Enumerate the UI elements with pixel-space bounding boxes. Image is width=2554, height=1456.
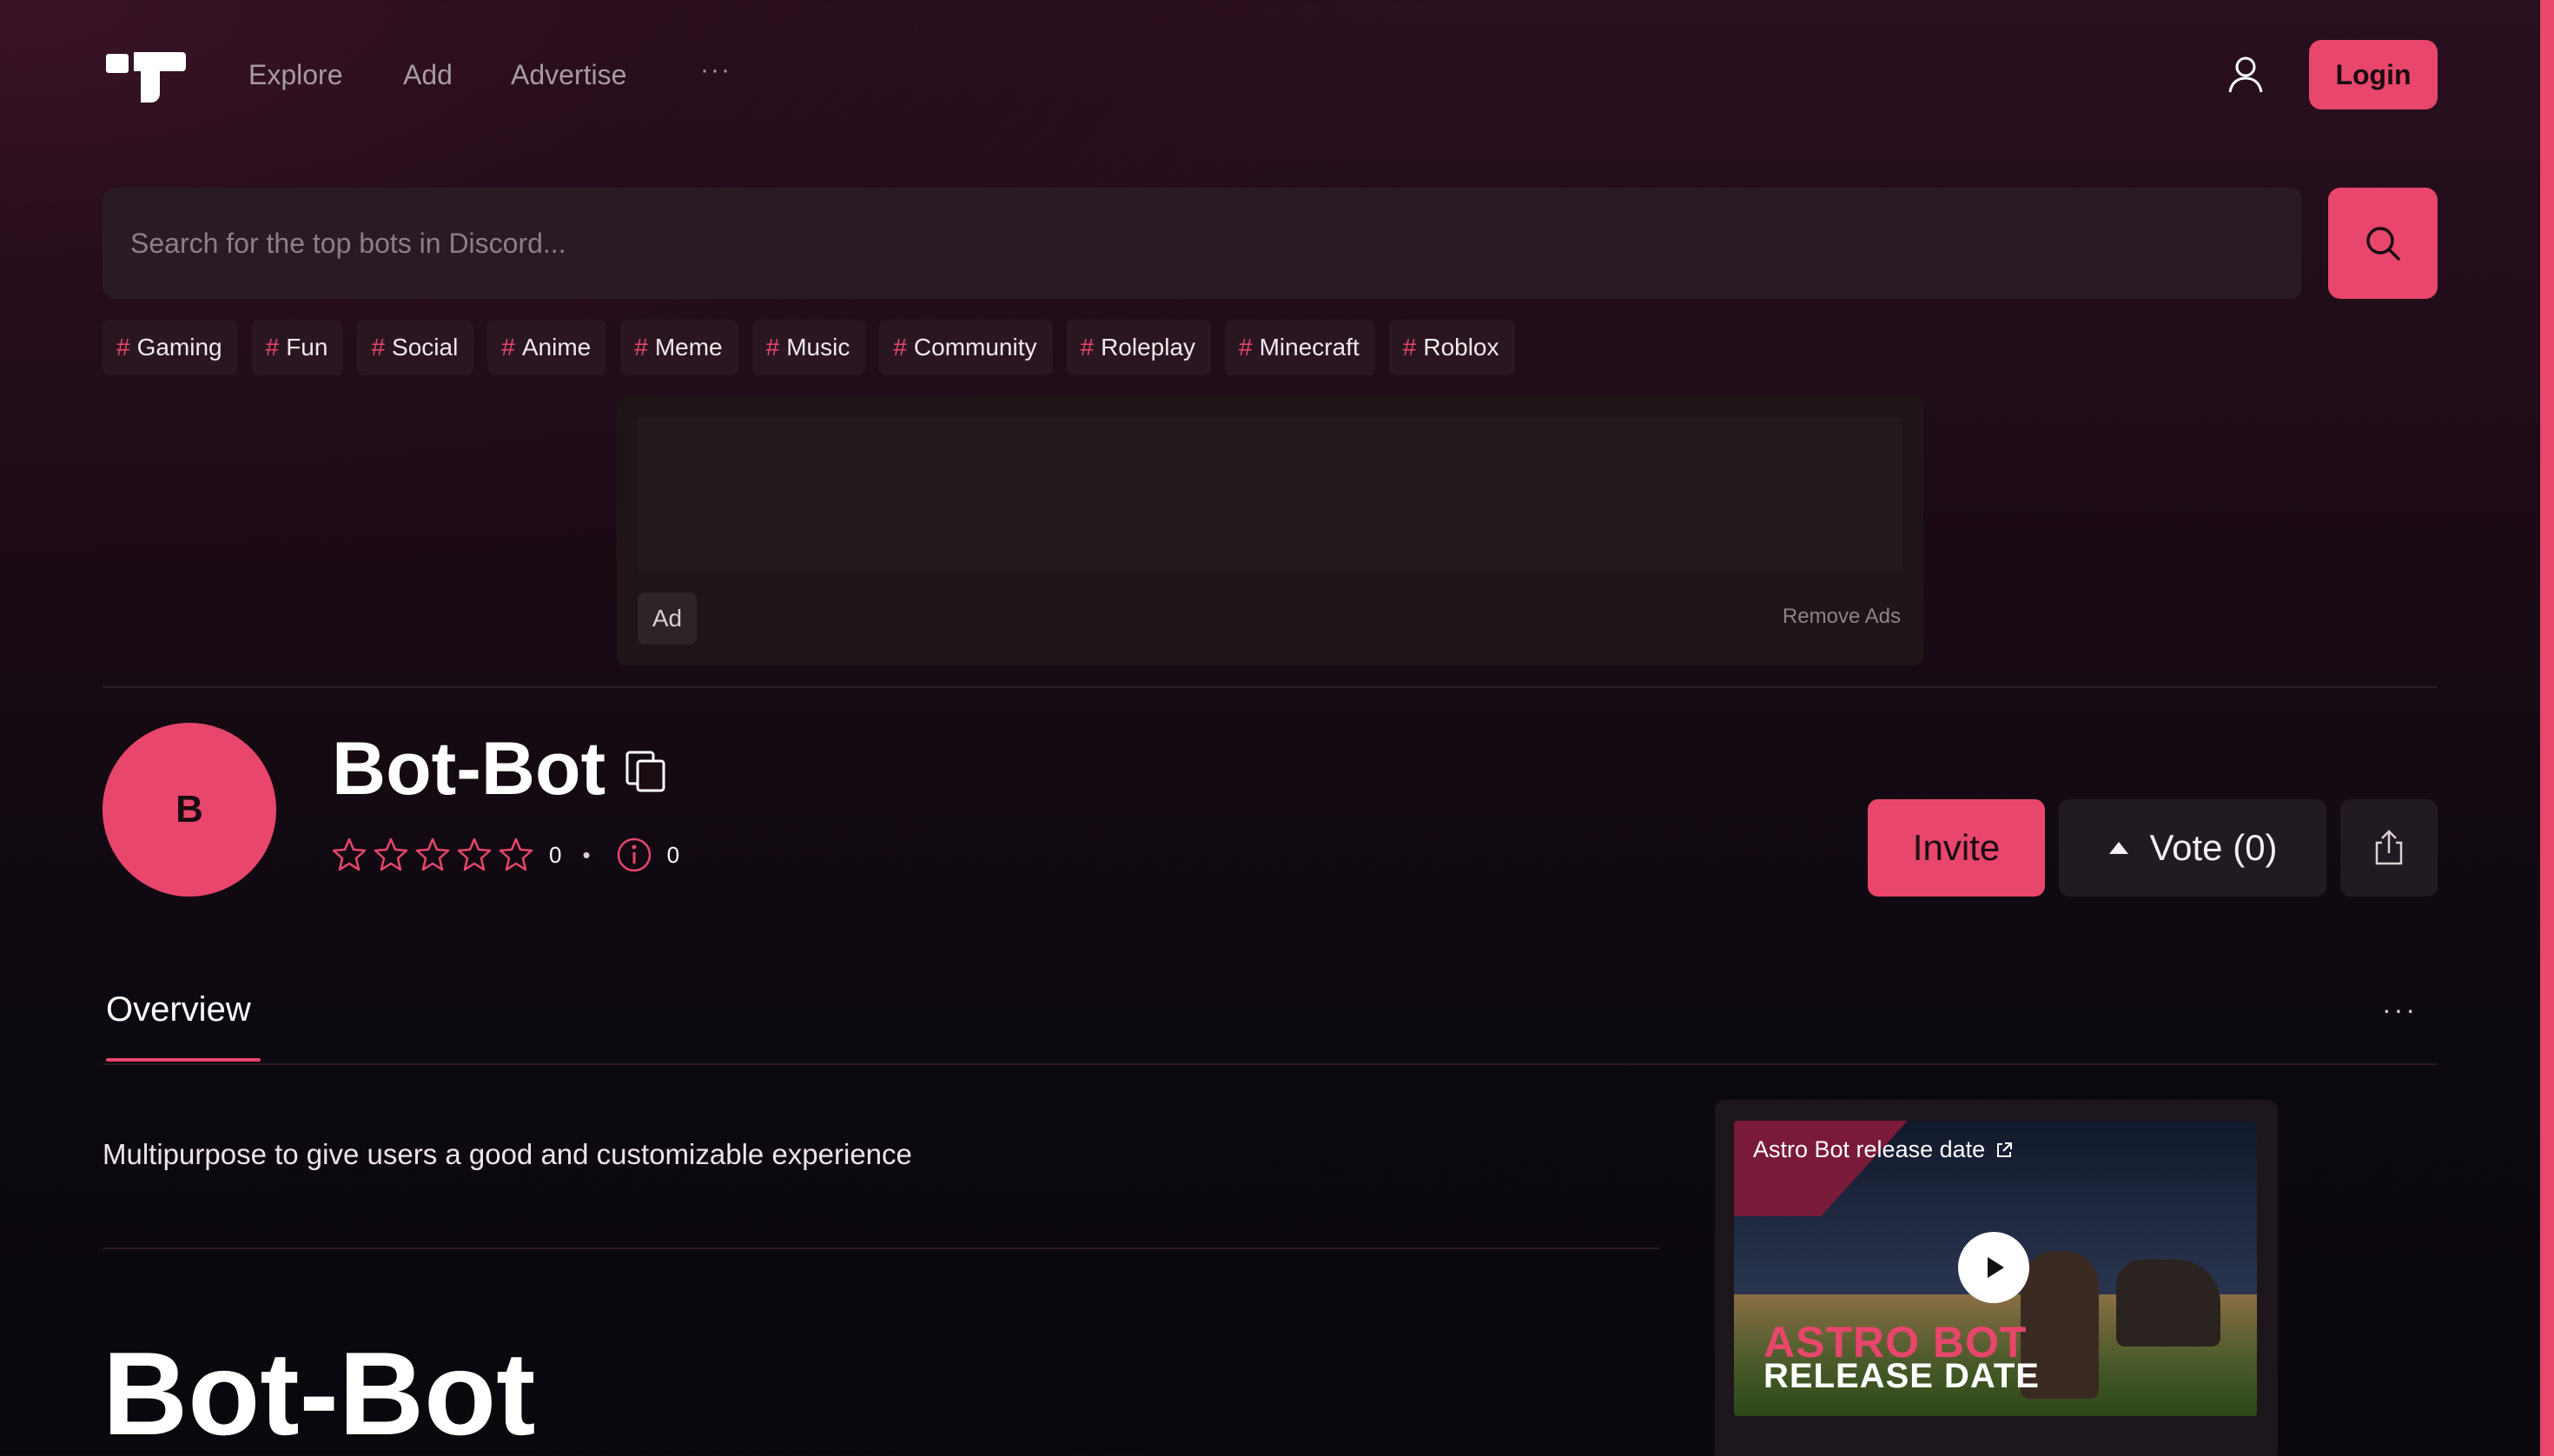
search-button[interactable] <box>2328 188 2438 299</box>
tag-gaming[interactable]: # Gaming <box>103 320 238 375</box>
separator-dot: • <box>582 841 591 868</box>
caret-up-icon <box>2109 842 2129 854</box>
info-icon[interactable] <box>615 836 653 874</box>
ad-badge: Ad <box>638 592 697 645</box>
tag-music[interactable]: # Music <box>751 320 866 375</box>
hash-icon: # <box>501 334 515 361</box>
nav-more-button[interactable]: ··· <box>700 56 731 85</box>
site-logo[interactable] <box>106 49 186 103</box>
tag-label: Meme <box>654 334 723 361</box>
tabs-divider <box>103 1063 2438 1065</box>
video-player[interactable]: Astro Bot release date ASTRO BOT RELEASE… <box>1734 1121 2257 1416</box>
tag-meme[interactable]: # Meme <box>620 320 738 375</box>
horse-figure <box>2116 1260 2220 1347</box>
copy-icon[interactable] <box>624 749 667 794</box>
bot-name: Bot-Bot <box>332 727 606 811</box>
hash-icon: # <box>265 334 280 361</box>
tag-social[interactable]: # Social <box>357 320 474 375</box>
search-icon <box>2366 227 2400 261</box>
tag-label: Social <box>392 334 459 361</box>
content-divider <box>103 1248 1659 1249</box>
star-icon[interactable] <box>330 836 368 874</box>
search-input[interactable]: Search for the top bots in Discord... <box>103 188 2302 299</box>
invite-button[interactable]: Invite <box>1868 799 2045 897</box>
hash-icon: # <box>634 334 648 361</box>
video-overlay-subtitle: RELEASE DATE <box>1763 1357 2040 1395</box>
hash-icon: # <box>116 334 130 361</box>
tab-overview[interactable]: Overview <box>106 990 251 1029</box>
tag-label: Music <box>786 334 850 361</box>
hash-icon: # <box>765 334 780 361</box>
tab-active-indicator <box>106 1058 261 1062</box>
tag-label: Minecraft <box>1259 334 1360 361</box>
tag-community[interactable]: # Community <box>879 320 1053 375</box>
vote-button[interactable]: Vote (0) <box>2059 799 2326 897</box>
login-button[interactable]: Login <box>2309 40 2438 109</box>
nav-explore-link[interactable]: Explore <box>248 59 343 91</box>
hash-icon: # <box>371 334 386 361</box>
hash-icon: # <box>893 334 907 361</box>
ad-content-area[interactable] <box>638 417 1902 572</box>
tag-label: Community <box>913 334 1037 361</box>
ad-banner: Ad Remove Ads <box>617 396 1923 665</box>
video-card: Astro Bot release date ASTRO BOT RELEASE… <box>1715 1100 2278 1456</box>
reports-count: 0 <box>666 841 680 868</box>
page-edge-accent <box>2540 0 2554 1456</box>
nav-advertise-link[interactable]: Advertise <box>511 59 626 91</box>
overview-heading: Bot-Bot <box>103 1327 536 1456</box>
tag-label: Fun <box>286 334 328 361</box>
user-icon[interactable] <box>2226 54 2266 94</box>
star-icon[interactable] <box>455 836 493 874</box>
bot-description: Multipurpose to give users a good and cu… <box>103 1138 912 1170</box>
hash-icon: # <box>1080 334 1095 361</box>
video-title[interactable]: Astro Bot release date <box>1753 1136 2015 1163</box>
star-icon[interactable] <box>372 836 410 874</box>
video-title-text: Astro Bot release date <box>1753 1136 1986 1162</box>
tag-anime[interactable]: # Anime <box>487 320 607 375</box>
play-icon <box>1988 1257 2004 1278</box>
tag-label: Gaming <box>136 334 222 361</box>
play-button[interactable] <box>1958 1232 2029 1303</box>
share-button[interactable] <box>2340 799 2438 897</box>
vote-label: Vote (0) <box>2149 827 2278 868</box>
hash-icon: # <box>1239 334 1253 361</box>
share-icon <box>2375 830 2403 865</box>
tag-label: Anime <box>521 334 592 361</box>
tag-label: Roleplay <box>1101 334 1196 361</box>
tag-list: # Gaming # Fun # Social # Anime # Meme # Music… <box>103 320 1515 375</box>
external-link-icon <box>1997 1142 2013 1157</box>
nav-add-link[interactable]: Add <box>403 59 453 91</box>
star-icon[interactable] <box>497 836 535 874</box>
rating-count: 0 <box>549 841 562 868</box>
star-icon[interactable] <box>414 836 452 874</box>
tag-fun[interactable]: # Fun <box>251 320 344 375</box>
rating-row: 0 • 0 <box>330 834 679 876</box>
tag-roleplay[interactable]: # Roleplay <box>1066 320 1212 375</box>
remove-ads-link[interactable]: Remove Ads <box>1783 605 1901 629</box>
tag-label: Roblox <box>1423 334 1499 361</box>
top-nav: Explore Add Advertise ··· Login <box>103 40 2438 109</box>
tag-roblox[interactable]: # Roblox <box>1388 320 1515 375</box>
tag-minecraft[interactable]: # Minecraft <box>1225 320 1375 375</box>
hash-icon: # <box>1402 334 1417 361</box>
bot-avatar: B <box>103 723 276 897</box>
section-divider <box>103 686 2438 688</box>
tab-more-button[interactable]: ··· <box>2382 994 2418 1026</box>
